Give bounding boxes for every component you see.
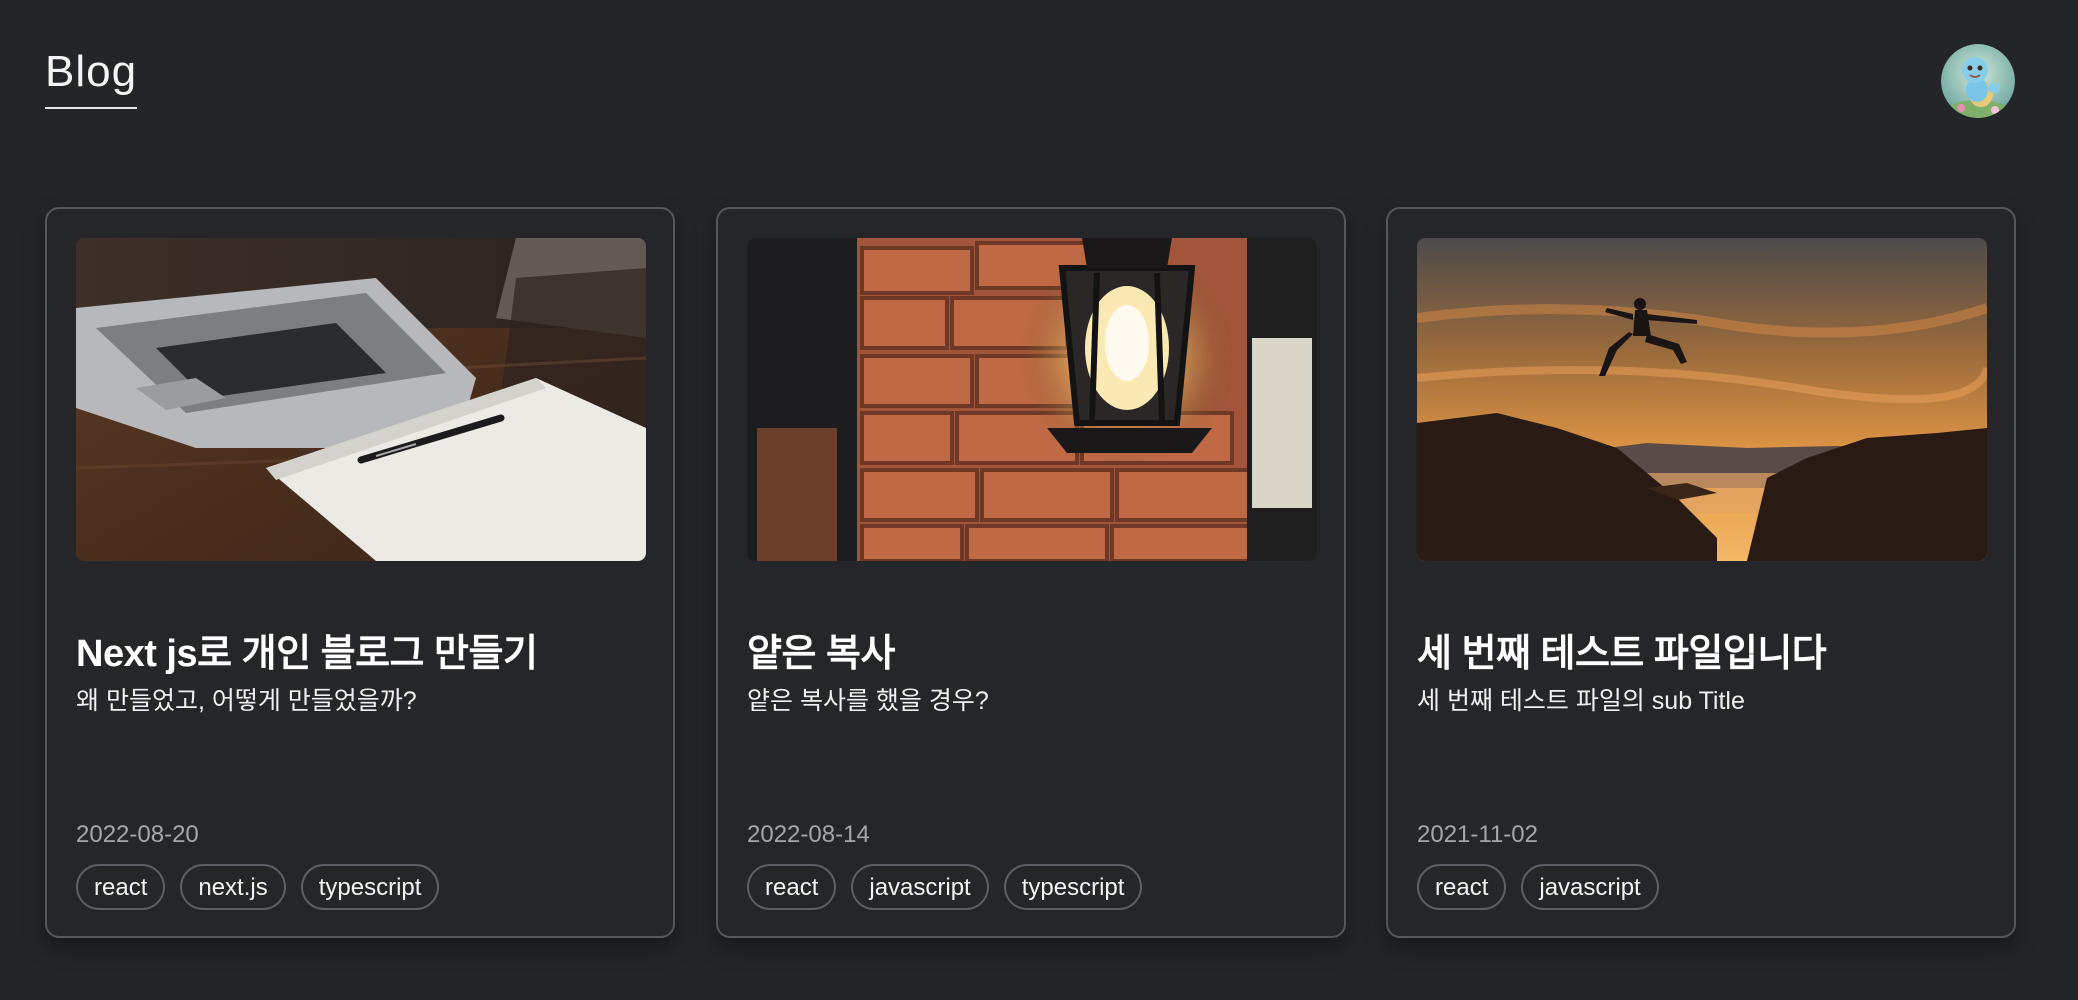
- tag-chip[interactable]: javascript: [1521, 864, 1659, 910]
- blog-home-link[interactable]: Blog: [45, 46, 138, 109]
- post-subtitle: 왜 만들었고, 어떻게 만들었을까?: [76, 687, 417, 715]
- avatar-image: [1941, 44, 2015, 118]
- tag-chip[interactable]: javascript: [851, 864, 989, 910]
- tag-chip[interactable]: react: [76, 864, 166, 910]
- post-card[interactable]: Next js로 개인 블로그 만들기 왜 만들었고, 어떻게 만들었을까? 2…: [45, 207, 675, 938]
- post-thumbnail-jumper: [1417, 238, 1987, 561]
- post-subtitle: 얕은 복사를 했을 경우?: [747, 687, 989, 715]
- avatar[interactable]: [1941, 44, 2015, 118]
- tag-chip[interactable]: typescript: [1003, 864, 1143, 910]
- tag-list: react next.js typescript: [76, 864, 440, 910]
- post-title: 세 번째 테스트 파일입니다: [1417, 633, 1827, 675]
- header: Blog: [45, 40, 2015, 120]
- post-thumbnail-laptop: [76, 238, 646, 561]
- post-card[interactable]: 세 번째 테스트 파일입니다 세 번째 테스트 파일의 sub Title 20…: [1386, 207, 2016, 938]
- tag-list: react javascript typescript: [747, 864, 1143, 910]
- post-thumbnail-lantern: [747, 238, 1317, 561]
- post-card[interactable]: 얕은 복사 얕은 복사를 했을 경우? 2022-08-14 react jav…: [716, 207, 1346, 938]
- tag-chip[interactable]: react: [1417, 864, 1507, 910]
- tag-chip[interactable]: typescript: [300, 864, 440, 910]
- post-list: Next js로 개인 블로그 만들기 왜 만들었고, 어떻게 만들었을까? 2…: [45, 207, 2017, 940]
- tag-list: react javascript: [1417, 864, 1659, 910]
- post-date: 2022-08-14: [747, 821, 870, 848]
- tag-chip[interactable]: next.js: [180, 864, 286, 910]
- tag-chip[interactable]: react: [747, 864, 837, 910]
- post-title: Next js로 개인 블로그 만들기: [76, 633, 538, 675]
- post-date: 2021-11-02: [1417, 821, 1538, 848]
- post-subtitle: 세 번째 테스트 파일의 sub Title: [1417, 687, 1745, 715]
- post-date: 2022-08-20: [76, 821, 199, 848]
- post-title: 얕은 복사: [747, 633, 895, 675]
